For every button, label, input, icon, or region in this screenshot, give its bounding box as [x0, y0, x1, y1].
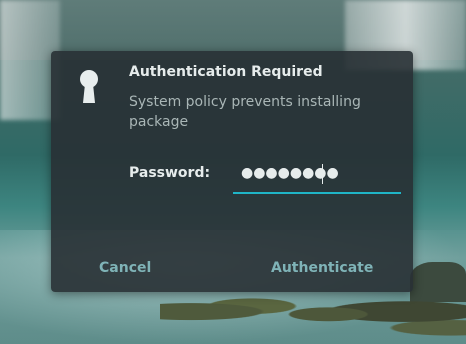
password-label: Password:: [129, 165, 211, 181]
authenticate-button[interactable]: Authenticate: [265, 256, 379, 280]
cancel-button[interactable]: Cancel: [93, 256, 157, 280]
lock-icon: [77, 69, 101, 107]
authentication-dialog: Authentication Required System policy pr…: [51, 51, 413, 292]
text-caret: [322, 164, 323, 184]
dialog-title: Authentication Required: [129, 64, 323, 80]
dialog-message: System policy prevents installing packag…: [129, 94, 361, 130]
wallpaper-rocks: [160, 290, 466, 344]
password-field[interactable]: ●●●●●●●●: [233, 158, 401, 194]
password-value: ●●●●●●●●: [241, 165, 339, 181]
